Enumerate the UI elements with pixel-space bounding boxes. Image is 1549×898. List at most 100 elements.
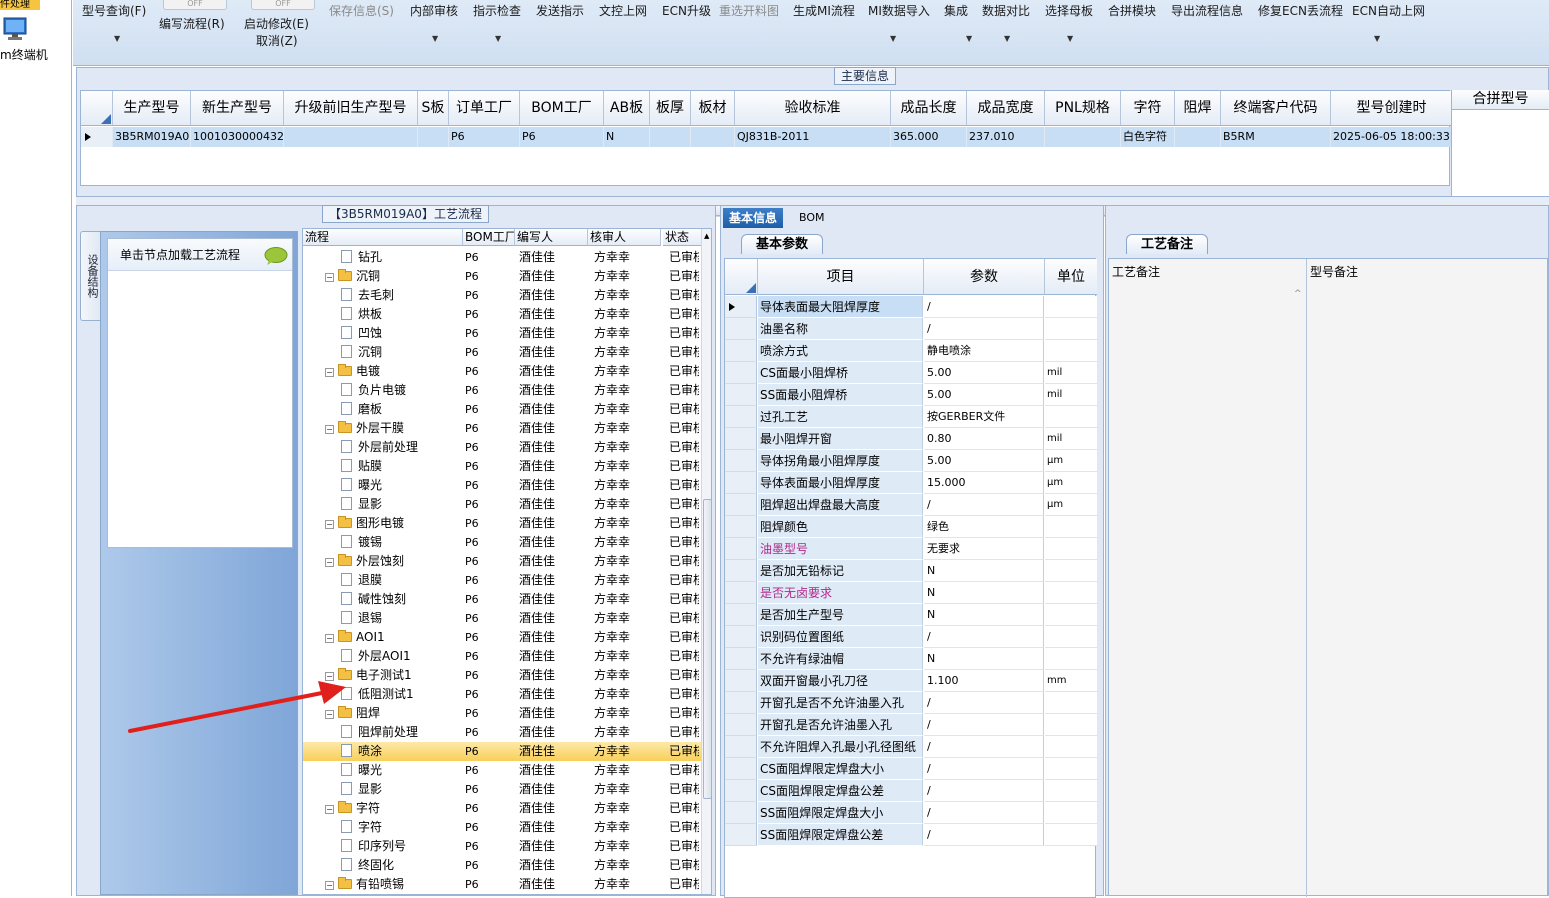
tree-step-name[interactable]: − 阻焊 xyxy=(325,704,463,723)
main-grid-cell[interactable]: N xyxy=(604,127,650,147)
dropdown-arrow-icon[interactable]: ▼ xyxy=(432,34,438,43)
toolbar-button[interactable]: 型号查询(F) xyxy=(82,2,146,19)
tree-folder-row[interactable]: − AOI1 P6 酒佳佳 方幸幸 已审核 xyxy=(303,628,703,647)
tree-step-name[interactable]: 磨板 xyxy=(341,400,463,419)
param-row-indicator[interactable] xyxy=(725,582,757,604)
tree-folder-row[interactable]: − 电子测试1 P6 酒佳佳 方幸幸 已审核 xyxy=(303,666,703,685)
tree-step-row[interactable]: 沉铜 P6 酒佳佳 方幸幸 已审核 xyxy=(303,343,703,362)
tree-step-name[interactable]: 阻焊前处理 xyxy=(341,723,463,742)
param-row[interactable]: 阻焊超出焊盘最大高度 / μm xyxy=(725,494,1097,516)
param-row[interactable]: CS面阻焊限定焊盘大小 / xyxy=(725,758,1097,780)
param-row-indicator[interactable] xyxy=(725,560,757,582)
param-value[interactable]: 绿色 xyxy=(924,516,1044,538)
tree-step-name[interactable]: 印序列号 xyxy=(341,837,463,856)
param-row-indicator[interactable] xyxy=(725,736,757,758)
param-row-indicator[interactable] xyxy=(725,758,757,780)
tree-folder-row[interactable]: − 有铅喷锡 P6 酒佳佳 方幸幸 已审核 xyxy=(303,875,703,894)
tree-step-name[interactable]: 显影 xyxy=(341,780,463,799)
toolbar-button[interactable]: 重选开料图 xyxy=(719,2,779,19)
main-grid-cell[interactable] xyxy=(1045,127,1121,147)
tree-step-row[interactable]: 镀锡 P6 酒佳佳 方幸幸 已审核 xyxy=(303,533,703,552)
tree-step-row[interactable]: 去毛刺 P6 酒佳佳 方幸幸 已审核 xyxy=(303,286,703,305)
param-value[interactable]: N xyxy=(924,648,1044,670)
tree-step-row[interactable]: 烘板 P6 酒佳佳 方幸幸 已审核 xyxy=(303,305,703,324)
tree-step-name[interactable]: 负片电镀 xyxy=(341,381,463,400)
param-row[interactable]: 开窗孔是否不允许油墨入孔 / xyxy=(725,692,1097,714)
scrollbar-thumb[interactable] xyxy=(703,499,711,799)
tree-step-name[interactable]: 钻孔 xyxy=(341,248,463,267)
param-row-indicator[interactable] xyxy=(725,626,757,648)
main-grid-cell[interactable] xyxy=(1175,127,1221,147)
toolbar-button[interactable]: ECN升级 xyxy=(662,2,711,19)
param-row-indicator[interactable] xyxy=(725,714,757,736)
param-row[interactable]: CS面最小阻焊桥 5.00 mil xyxy=(725,362,1097,384)
param-row-indicator[interactable] xyxy=(725,780,757,802)
main-grid-cell[interactable]: 10010300004329 xyxy=(191,127,284,147)
param-row-indicator[interactable] xyxy=(725,450,757,472)
tree-step-name[interactable]: − 外层干膜 xyxy=(325,419,463,438)
param-value[interactable]: / xyxy=(924,318,1044,340)
main-grid-cell[interactable]: 2025-06-05 18:00:33 xyxy=(1331,127,1453,147)
param-row-indicator[interactable] xyxy=(725,472,757,494)
tree-step-row[interactable]: 阻焊前处理 P6 酒佳佳 方幸幸 已审核 xyxy=(303,723,703,742)
tree-step-row[interactable]: 退锡 P6 酒佳佳 方幸幸 已审核 xyxy=(303,609,703,628)
main-grid-cell[interactable] xyxy=(691,127,735,147)
param-row[interactable]: 双面开窗最小孔刀径 1.100 mm xyxy=(725,670,1097,692)
param-value[interactable]: 5.00 xyxy=(924,362,1044,384)
param-row[interactable]: CS面阻焊限定焊盘公差 / xyxy=(725,780,1097,802)
param-value[interactable]: / xyxy=(924,824,1044,846)
param-row-indicator[interactable] xyxy=(725,428,757,450)
tree-step-name[interactable]: 外层AOI1 xyxy=(341,647,463,666)
param-value[interactable]: 无要求 xyxy=(924,538,1044,560)
tree-step-name[interactable]: 曝光 xyxy=(341,476,463,495)
param-row-indicator[interactable] xyxy=(725,318,757,340)
tree-step-row[interactable]: 凹蚀 P6 酒佳佳 方幸幸 已审核 xyxy=(303,324,703,343)
tree-folder-row[interactable]: − 阻焊 P6 酒佳佳 方幸幸 已审核 xyxy=(303,704,703,723)
monitor-icon[interactable] xyxy=(2,16,28,42)
param-value[interactable]: / xyxy=(924,692,1044,714)
param-row[interactable]: 喷涂方式 静电喷涂 xyxy=(725,340,1097,362)
toolbar-button[interactable]: 选择母板 xyxy=(1045,2,1093,19)
collapse-toggle-icon[interactable]: − xyxy=(325,805,334,814)
param-value[interactable]: 5.00 xyxy=(924,384,1044,406)
tree-step-name[interactable]: − 有铅喷锡 xyxy=(325,875,463,894)
param-row-indicator[interactable] xyxy=(725,692,757,714)
tree-step-name[interactable]: 去毛刺 xyxy=(341,286,463,305)
toolbar-button[interactable]: 文控上网 xyxy=(599,2,647,19)
toolbar-button[interactable]: ECN自动上网 xyxy=(1352,2,1425,19)
param-value[interactable]: / xyxy=(924,714,1044,736)
param-value[interactable]: / xyxy=(924,780,1044,802)
tree-step-row[interactable]: 外层AOI1 P6 酒佳佳 方幸幸 已审核 xyxy=(303,647,703,666)
main-grid-cell[interactable] xyxy=(418,127,449,147)
toggle-switch[interactable]: OFF xyxy=(163,0,227,10)
scroll-up-icon[interactable]: ▲ xyxy=(704,232,709,240)
tree-step-name[interactable]: − 电子测试1 xyxy=(325,666,463,685)
tree-step-name[interactable]: − 字符 xyxy=(325,799,463,818)
tree-step-name[interactable]: 镀锡 xyxy=(341,533,463,552)
param-row-indicator[interactable] xyxy=(725,494,757,516)
device-structure-tab[interactable]: 设备结构 xyxy=(80,231,102,321)
param-row-indicator[interactable] xyxy=(725,670,757,692)
param-value[interactable]: 0.80 xyxy=(924,428,1044,450)
tree-step-row[interactable]: 外层前处理 P6 酒佳佳 方幸幸 已审核 xyxy=(303,438,703,457)
param-value[interactable]: 1.100 xyxy=(924,670,1044,692)
param-row-indicator[interactable] xyxy=(725,340,757,362)
tree-step-row[interactable]: 曝光 P6 酒佳佳 方幸幸 已审核 xyxy=(303,761,703,780)
tree-step-row[interactable]: 字符 P6 酒佳佳 方幸幸 已审核 xyxy=(303,818,703,837)
tree-step-row[interactable]: 退膜 P6 酒佳佳 方幸幸 已审核 xyxy=(303,571,703,590)
collapse-toggle-icon[interactable]: − xyxy=(325,710,334,719)
param-row[interactable]: SS面阻焊限定焊盘大小 / xyxy=(725,802,1097,824)
param-row[interactable]: 油墨名称 / xyxy=(725,318,1097,340)
dropdown-arrow-icon[interactable]: ▼ xyxy=(114,34,120,43)
tree-step-row[interactable]: 磨板 P6 酒佳佳 方幸幸 已审核 xyxy=(303,400,703,419)
tree-step-name[interactable]: − 图形电镀 xyxy=(325,514,463,533)
tree-folder-row[interactable]: − 外层蚀刻 P6 酒佳佳 方幸幸 已审核 xyxy=(303,552,703,571)
tree-step-name[interactable]: 喷涂 xyxy=(341,742,463,761)
tree-step-name[interactable]: 终固化 xyxy=(341,856,463,875)
dropdown-arrow-icon[interactable]: ▼ xyxy=(890,34,896,43)
tree-step-row[interactable]: 低阻测试1 P6 酒佳佳 方幸幸 已审核 xyxy=(303,685,703,704)
toolbar-button[interactable]: 导出流程信息 xyxy=(1171,2,1243,19)
param-row[interactable]: 识别码位置图纸 / xyxy=(725,626,1097,648)
collapse-toggle-icon[interactable]: − xyxy=(325,368,334,377)
toolbar-button[interactable]: 编写流程(R) xyxy=(159,15,225,32)
